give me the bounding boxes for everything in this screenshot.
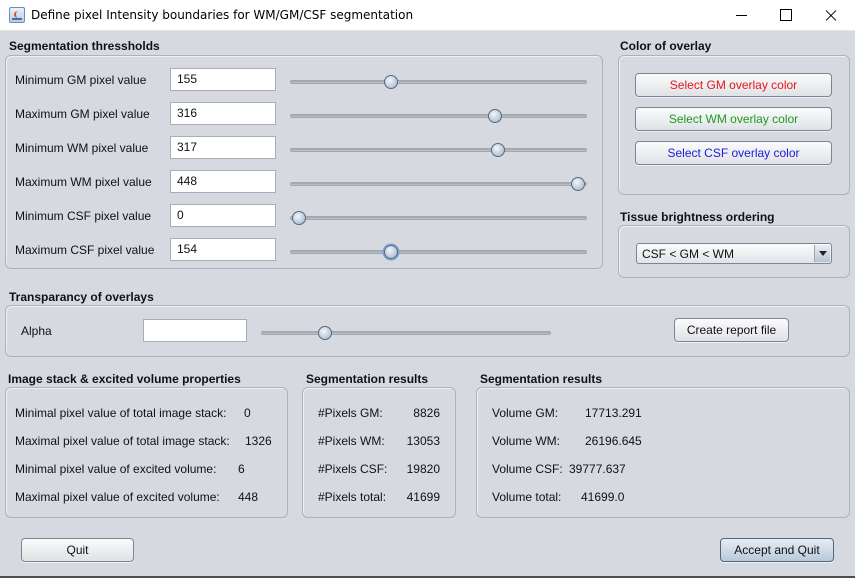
- stack-max-label: Maximal pixel value of total image stack…: [15, 434, 230, 448]
- slider-track: [290, 114, 587, 118]
- volume-wm-label: Volume WM:: [492, 434, 561, 448]
- alpha-field[interactable]: [143, 319, 247, 342]
- volume-results-title: Segmentation results: [480, 372, 603, 386]
- volume-total-label: Volume total:: [492, 490, 562, 504]
- pixels-gm-label: #Pixels GM:: [318, 406, 383, 420]
- pixels-csf-label: #Pixels CSF:: [318, 462, 388, 476]
- pixels-csf-value: 19820: [406, 462, 440, 476]
- alpha-label: Alpha: [21, 324, 52, 338]
- slider-thumb[interactable]: [383, 245, 398, 259]
- volume-wm-value: 26196.645: [585, 434, 642, 448]
- select-gm-color-button[interactable]: Select GM overlay color: [635, 73, 832, 97]
- pixels-total-value: 41699: [406, 490, 440, 504]
- volume-total-value: 41699.0: [581, 490, 625, 504]
- slider-thumb[interactable]: [317, 326, 332, 340]
- close-icon[interactable]: [808, 0, 854, 31]
- min-gm-label: Minimum GM pixel value: [15, 73, 147, 87]
- slider-thumb[interactable]: [490, 143, 505, 157]
- max-csf-slider[interactable]: [290, 244, 587, 260]
- window-title: Define pixel Intensity boundaries for WM…: [31, 8, 414, 22]
- volume-gm-label: Volume GM:: [492, 406, 559, 420]
- title-bar: Define pixel Intensity boundaries for WM…: [0, 0, 855, 31]
- max-wm-label: Maximum WM pixel value: [15, 175, 152, 189]
- slider-thumb[interactable]: [487, 109, 502, 123]
- pixels-total-label: #Pixels total:: [318, 490, 387, 504]
- transparency-title: Transparancy of overlays: [9, 290, 154, 304]
- min-csf-slider[interactable]: [290, 210, 587, 226]
- min-gm-field[interactable]: 155: [170, 68, 276, 91]
- volume-max-label: Maximal pixel value of excited volume:: [15, 490, 220, 504]
- max-gm-label: Maximum GM pixel value: [15, 107, 150, 121]
- volume-csf-label: Volume CSF:: [492, 462, 563, 476]
- slider-track: [290, 250, 587, 254]
- max-wm-field[interactable]: 448: [170, 170, 276, 193]
- quit-button[interactable]: Quit: [21, 538, 134, 562]
- pixels-wm-label: #Pixels WM:: [318, 434, 385, 448]
- slider-track: [261, 331, 551, 335]
- slider-thumb[interactable]: [571, 177, 586, 191]
- max-gm-field[interactable]: 316: [170, 102, 276, 125]
- create-report-button[interactable]: Create report file: [674, 318, 789, 342]
- slider-thumb[interactable]: [291, 211, 306, 225]
- pixels-gm-value: 8826: [413, 406, 440, 420]
- brightness-title: Tissue brightness ordering: [620, 210, 775, 224]
- brightness-selected-value: CSF < GM < WM: [642, 247, 735, 261]
- stack-max-value: 1326: [245, 434, 272, 448]
- max-csf-field[interactable]: 154: [170, 238, 276, 261]
- stack-min-label: Minimal pixel value of total image stack…: [15, 406, 227, 420]
- min-wm-field[interactable]: 317: [170, 136, 276, 159]
- volume-gm-value: 17713.291: [585, 406, 642, 420]
- pixels-wm-value: 13053: [406, 434, 440, 448]
- accept-and-quit-button[interactable]: Accept and Quit: [720, 538, 834, 562]
- chevron-down-icon[interactable]: [814, 245, 830, 262]
- min-csf-label: Minimum CSF pixel value: [15, 209, 152, 223]
- java-app-icon: [9, 7, 25, 23]
- min-wm-label: Minimum WM pixel value: [15, 141, 149, 155]
- volume-csf-value: 39777.637: [569, 462, 626, 476]
- max-wm-slider[interactable]: [290, 176, 587, 192]
- thresholds-title: Segmentation thressholds: [9, 39, 160, 53]
- slider-track: [290, 148, 587, 152]
- stack-min-value: 0: [244, 406, 251, 420]
- alpha-slider[interactable]: [261, 325, 551, 341]
- maximize-icon[interactable]: [763, 0, 809, 31]
- slider-thumb[interactable]: [383, 75, 398, 89]
- select-csf-color-button[interactable]: Select CSF overlay color: [635, 141, 832, 165]
- stack-props-title: Image stack & excited volume properties: [8, 372, 241, 386]
- minimize-icon[interactable]: [718, 0, 764, 31]
- min-csf-field[interactable]: 0: [170, 204, 276, 227]
- brightness-ordering-select[interactable]: CSF < GM < WM: [636, 243, 832, 264]
- pixel-results-title: Segmentation results: [306, 372, 429, 386]
- slider-track: [290, 216, 587, 220]
- overlay-color-title: Color of overlay: [620, 39, 712, 53]
- max-gm-slider[interactable]: [290, 108, 587, 124]
- min-wm-slider[interactable]: [290, 142, 587, 158]
- min-gm-slider[interactable]: [290, 74, 587, 90]
- slider-track: [290, 80, 587, 84]
- slider-track: [290, 182, 587, 186]
- max-csf-label: Maximum CSF pixel value: [15, 243, 155, 257]
- volume-max-value: 448: [238, 490, 259, 504]
- volume-min-value: 6: [238, 462, 245, 476]
- volume-min-label: Minimal pixel value of excited volume:: [15, 462, 217, 476]
- select-wm-color-button[interactable]: Select WM overlay color: [635, 107, 832, 131]
